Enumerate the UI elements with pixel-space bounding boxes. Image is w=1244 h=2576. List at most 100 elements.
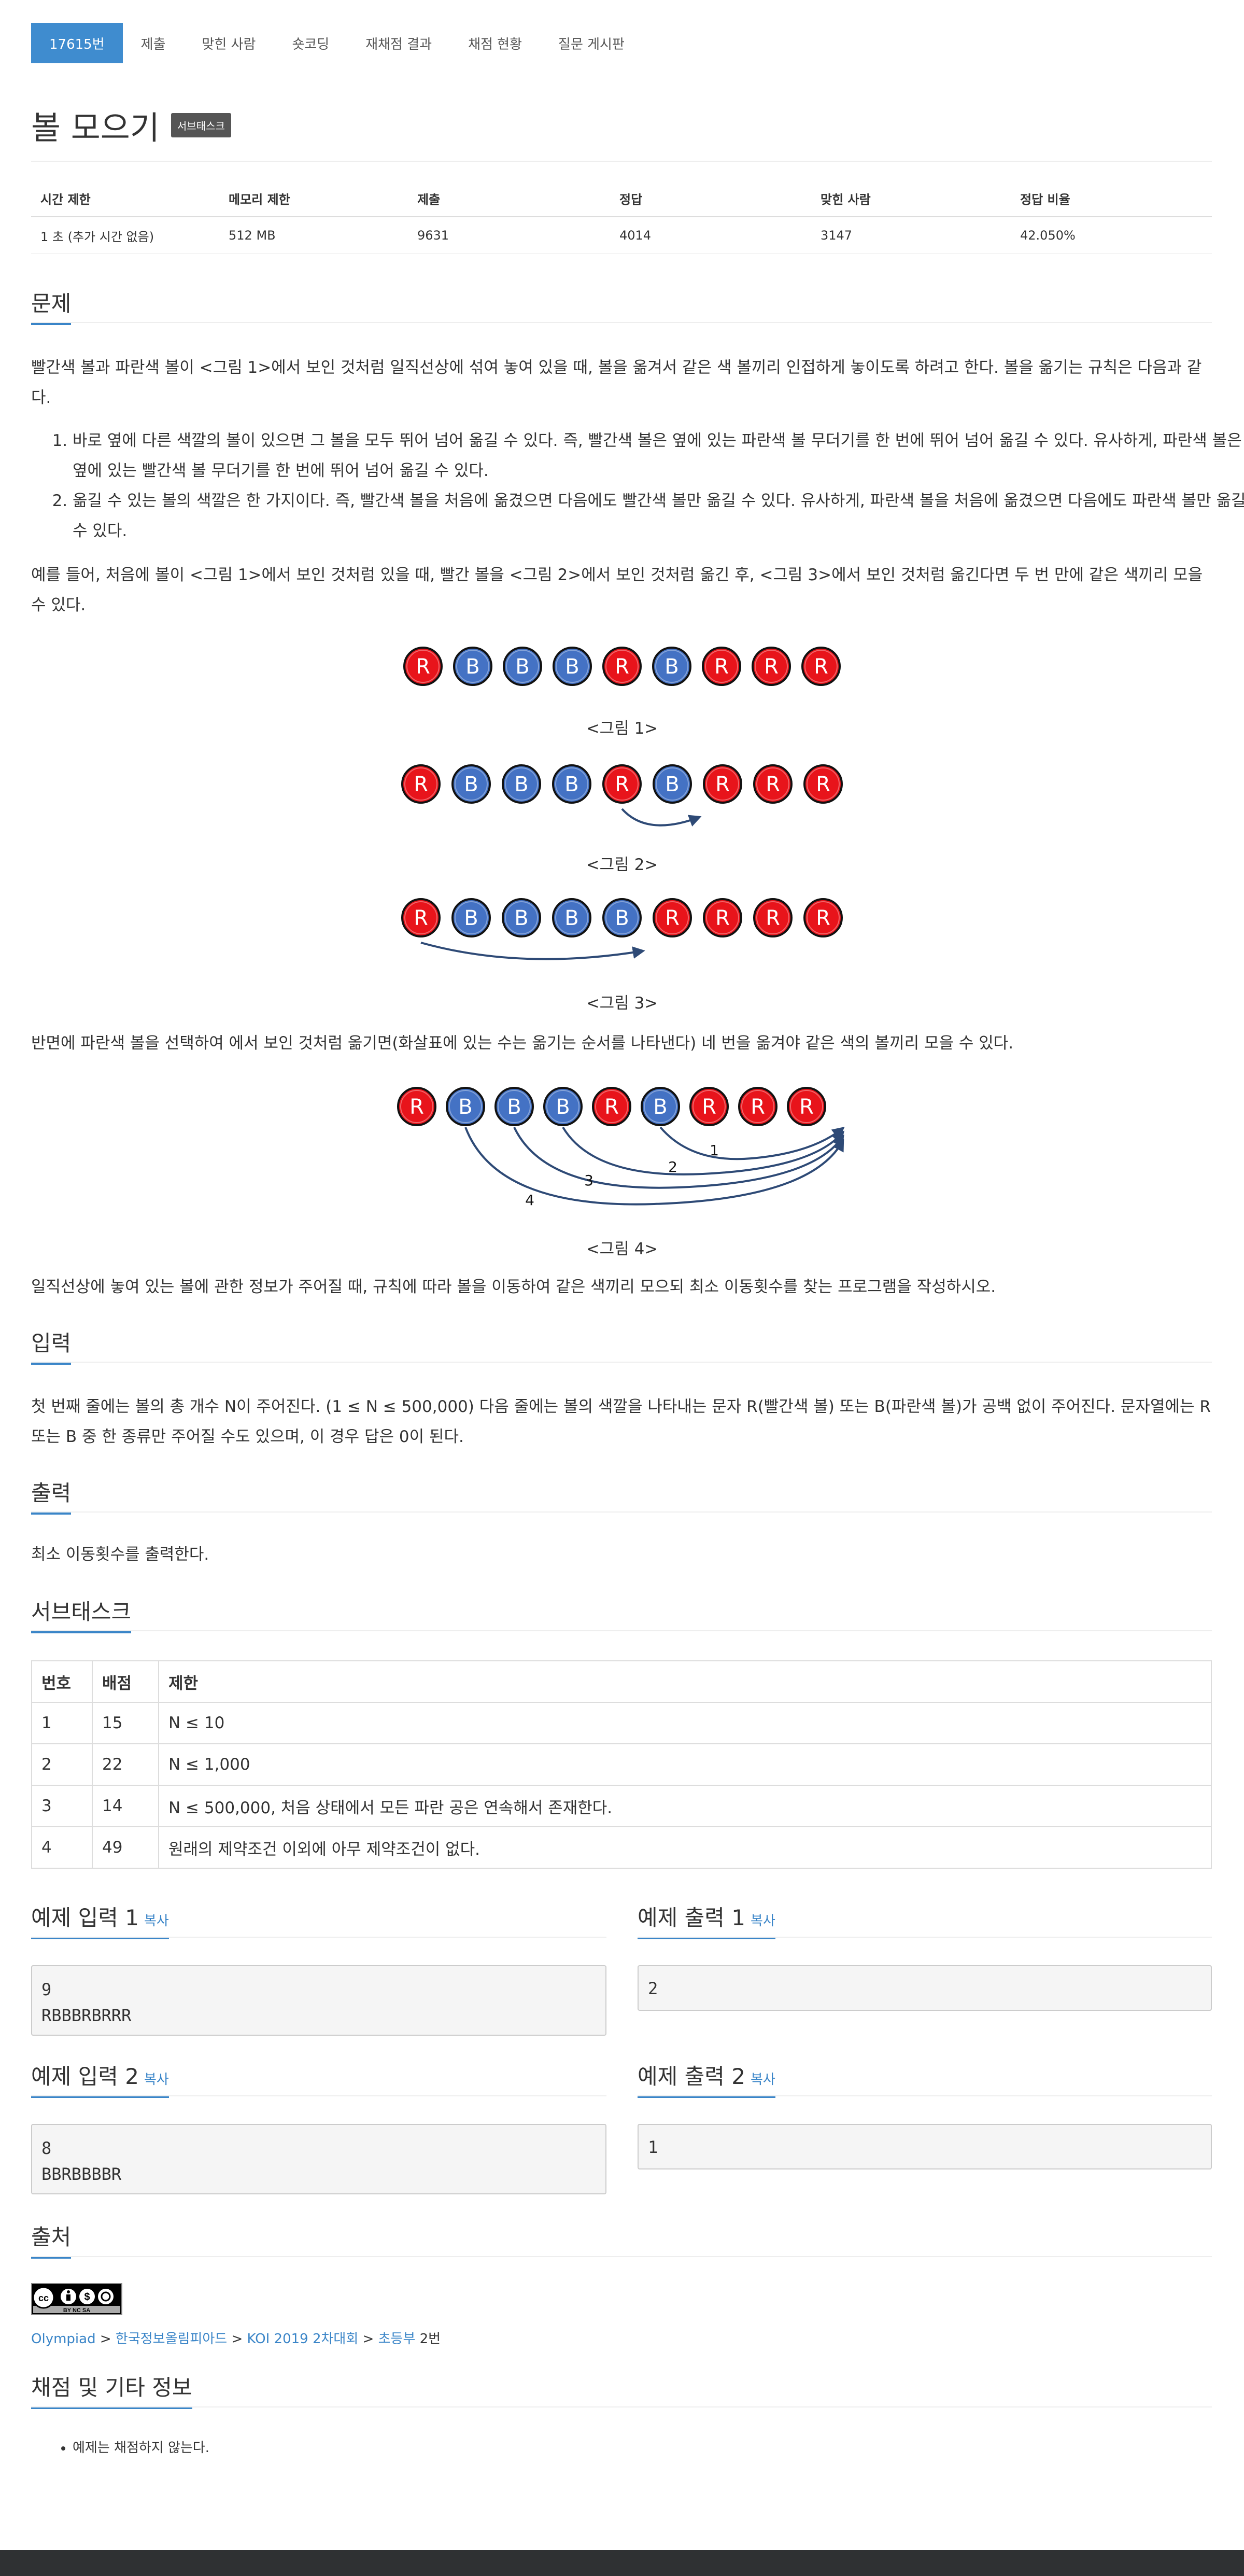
subtask-score: 14: [92, 1785, 159, 1827]
sample-input-2-box[interactable]: 8 BBRBBBBR: [31, 2124, 606, 2194]
rule-item: 옮길 수 있는 볼의 색깔은 한 가지이다. 즉, 빨간색 볼을 처음에 옮겼으…: [73, 486, 1244, 546]
tab-judge-status[interactable]: 채점 현황: [450, 23, 540, 63]
ball-label: R: [414, 773, 428, 796]
input-description: 첫 번째 줄에는 볼의 총 개수 N이 주어진다. (1 ≤ N ≤ 500,0…: [31, 1397, 1211, 1446]
copy-sample-output-2-button[interactable]: 복사: [751, 2072, 775, 2088]
sample-input-1-box[interactable]: 9 RBBBRBRRR: [31, 1965, 606, 2036]
table-row: 3 14 N ≤ 500,000, 처음 상태에서 모든 파란 공은 연속해서 …: [31, 1785, 1212, 1827]
ball-red: R: [397, 1087, 436, 1126]
subtask-number: 3: [31, 1785, 93, 1827]
section-divider: [31, 322, 1212, 323]
ball-label: R: [764, 655, 779, 679]
source-link-koi[interactable]: 한국정보올림피아드: [116, 2331, 227, 2347]
info-header: 시간 제한: [31, 180, 219, 217]
ball-red: R: [401, 764, 441, 804]
ball-blue: B: [553, 647, 592, 686]
ball-label: B: [515, 655, 529, 679]
section-divider: [31, 2406, 1212, 2407]
source-problem-number: 2번: [415, 2331, 441, 2347]
ball-blue: B: [446, 1087, 485, 1126]
ball-label: R: [615, 773, 629, 796]
tab-question-board[interactable]: 질문 게시판: [540, 23, 643, 63]
ball-label: R: [816, 773, 830, 796]
ball-red: R: [602, 764, 642, 804]
svg-text:$: $: [84, 2291, 90, 2303]
ball-blue: B: [543, 1087, 583, 1126]
subtask-header: 배점: [92, 1660, 159, 1703]
figure-1-balls: RBBBRBRRR: [403, 647, 841, 686]
subtask-constraint: N ≤ 500,000, 처음 상태에서 모든 파란 공은 연속해서 존재한다.: [158, 1785, 1212, 1827]
output-description: 최소 이동횟수를 출력한다.: [31, 1545, 209, 1564]
section-divider: [31, 2095, 606, 2096]
subtask-header: 제한: [158, 1660, 1212, 1703]
source-link-olympiad[interactable]: Olympiad: [31, 2331, 96, 2347]
ball-red: R: [403, 647, 443, 686]
ball-red: R: [602, 647, 642, 686]
ball-red: R: [753, 898, 793, 937]
copy-sample-input-2-button[interactable]: 복사: [144, 2072, 169, 2088]
info-header: 맞힌 사람: [811, 180, 1011, 217]
ball-label: R: [766, 773, 780, 796]
ball-blue: B: [502, 898, 541, 937]
ball-label: B: [464, 906, 478, 930]
ball-label: B: [507, 1095, 521, 1119]
ball-red: R: [752, 647, 791, 686]
ball-label: R: [409, 1095, 424, 1119]
figure-2-balls: RBBBRBRRR: [401, 764, 843, 827]
section-grading-heading: 채점 및 기타 정보: [31, 2370, 192, 2409]
source-link-elementary[interactable]: 초등부: [378, 2331, 416, 2347]
figure-4-balls: R B B B R B R R R 1 2 3 4: [397, 1087, 845, 1209]
tab-problem[interactable]: 17615번: [31, 23, 123, 63]
rule-item: 바로 옆에 다른 색깔의 볼이 있으면 그 볼을 모두 뛰어 넘어 옮길 수 있…: [73, 426, 1244, 486]
subtask-table: 번호 배점 제한 1 15 N ≤ 10 2 22 N ≤ 1,000 3 14…: [31, 1660, 1212, 1869]
ball-red: R: [801, 647, 841, 686]
copy-sample-output-1-button[interactable]: 복사: [751, 1913, 775, 1929]
ball-label: B: [556, 1095, 570, 1119]
ball-blue: B: [453, 647, 492, 686]
tab-solved-users[interactable]: 맞힌 사람: [183, 23, 274, 63]
tab-short-coding[interactable]: 숏코딩: [274, 23, 347, 63]
svg-text:cc: cc: [38, 2293, 49, 2303]
tab-rejudge-results[interactable]: 재채점 결과: [347, 23, 450, 63]
subtask-number: 2: [31, 1743, 93, 1786]
move-order-label: 4: [525, 1192, 534, 1209]
section-divider: [31, 1511, 1212, 1513]
table-row: 4 49 원래의 제약조건 이외에 아무 제약조건이 없다.: [31, 1826, 1212, 1869]
cc-license-badge[interactable]: cc $ BY NC SA: [31, 2283, 122, 2315]
ball-red: R: [689, 1087, 729, 1126]
list-item: 예제는 채점하지 않는다.: [73, 2437, 209, 2456]
problem-paragraph-2: 예를 들어, 처음에 볼이 <그림 1>에서 보인 것처럼 있을 때, 빨간 볼…: [31, 566, 1203, 614]
ball-label: B: [458, 1095, 472, 1119]
info-header: 정답 비율: [1011, 180, 1212, 217]
ball-red: R: [803, 898, 843, 937]
breadcrumb-separator: >: [227, 2331, 247, 2347]
ball-label: B: [514, 773, 528, 796]
ball-label: B: [514, 906, 528, 930]
tab-submit[interactable]: 제출: [123, 23, 184, 63]
subtask-number: 4: [31, 1826, 93, 1869]
sample-output-2-box[interactable]: 1: [638, 2124, 1212, 2169]
section-subtask-heading: 서브태스크: [31, 1594, 132, 1633]
ball-label: B: [665, 773, 679, 796]
subtask-score: 22: [92, 1743, 159, 1786]
ball-label: R: [766, 906, 780, 930]
sample-output-1-box[interactable]: 2: [638, 1965, 1212, 2011]
info-header: 제출: [408, 180, 610, 217]
subtask-number: 1: [31, 1702, 93, 1744]
source-link-koi-2019-round2[interactable]: KOI 2019 2차대회: [247, 2331, 359, 2347]
section-divider: [638, 2095, 1212, 2096]
subtask-constraint: N ≤ 10: [158, 1702, 1212, 1744]
section-divider: [31, 1630, 1212, 1631]
ball-blue: B: [652, 647, 691, 686]
figure-3-balls: RBBBBRRRR: [401, 898, 843, 960]
move-order-label: 1: [710, 1142, 719, 1159]
ball-label: R: [799, 1095, 814, 1119]
figure-2-caption: <그림 2>: [586, 856, 658, 874]
figure-1-caption: <그림 1>: [586, 719, 658, 738]
section-problem-heading: 문제: [31, 286, 72, 325]
ball-blue: B: [451, 898, 491, 937]
subtask-badge[interactable]: 서브태스크: [171, 113, 231, 137]
ball-label: B: [565, 655, 579, 679]
copy-sample-input-1-button[interactable]: 복사: [144, 1913, 169, 1929]
ball-label: B: [465, 655, 479, 679]
